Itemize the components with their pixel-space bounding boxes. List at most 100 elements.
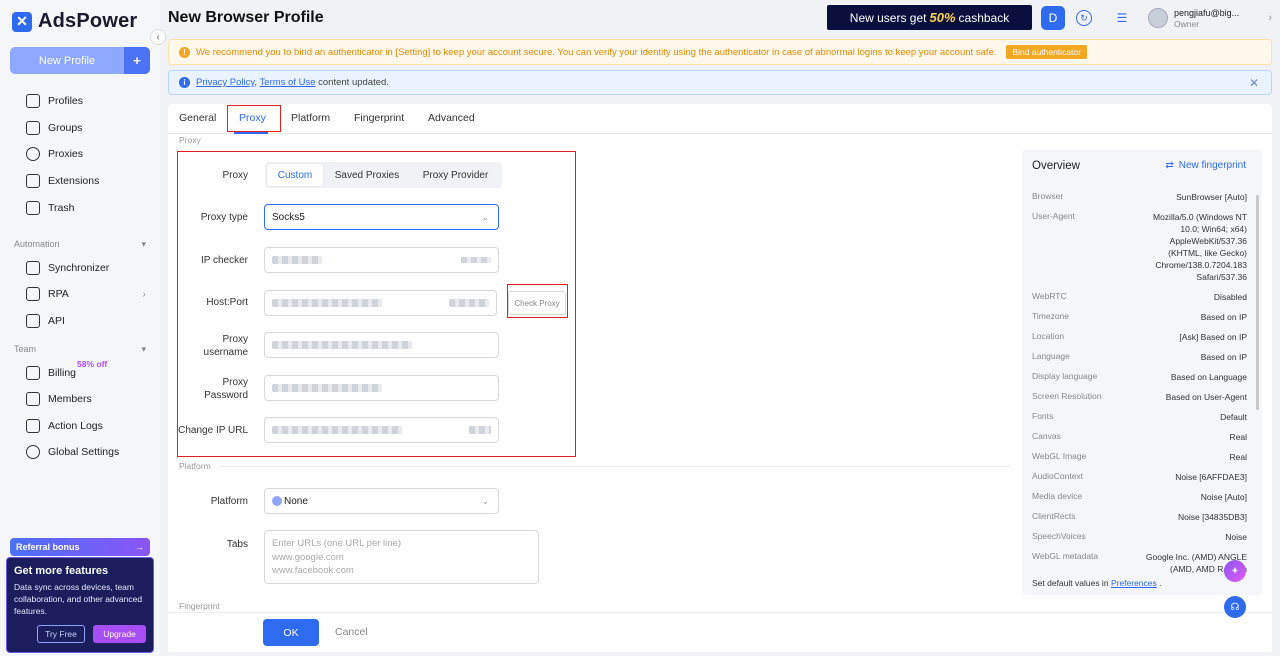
overview-footer: Set default values in Preferences . <box>1032 578 1162 588</box>
sidebar-item-trash[interactable]: Trash <box>26 201 74 215</box>
tabs-placeholder-line1: Enter URLs (one URL per line) <box>272 538 402 549</box>
close-icon[interactable]: ✕ <box>1249 76 1259 90</box>
team-section-label: Team <box>14 344 37 354</box>
app-name: AdsPower <box>38 10 138 32</box>
automation-section-header[interactable]: Automation ▾ <box>14 239 146 250</box>
trash-icon <box>26 201 40 215</box>
overview-row: Screen Resolution Based on User-Agent <box>1032 391 1247 402</box>
new-fingerprint-label: New fingerprint <box>1178 160 1246 171</box>
sidebar-item-label: Synchronizer <box>48 262 110 274</box>
adspower-logo-icon: ✕ <box>12 11 32 32</box>
collapse-sidebar-button[interactable]: ‹ <box>150 29 166 45</box>
preferences-link[interactable]: Preferences <box>1111 578 1157 588</box>
overview-panel: Overview ⇄ New fingerprint Browser SunBro… <box>1022 150 1262 595</box>
overview-row: Timezone Based on IP <box>1032 311 1247 322</box>
privacy-policy-link[interactable]: Privacy Policy <box>196 77 254 88</box>
overview-row: Location [Ask] Based on IP <box>1032 331 1247 342</box>
overview-row: Fonts Default <box>1032 411 1247 422</box>
active-tab-indicator <box>234 132 268 134</box>
proxy-tab-highlight <box>227 105 281 132</box>
referral-bonus-label: Referral bonus <box>16 542 80 552</box>
globe-icon <box>272 496 282 506</box>
sidebar-item-global-settings[interactable]: Global Settings <box>26 445 119 459</box>
members-icon <box>26 392 40 406</box>
cashback-promo-banner[interactable]: New users get 50% cashback <box>827 5 1032 30</box>
try-free-button[interactable]: Try Free <box>37 625 85 643</box>
bind-authenticator-button[interactable]: Bind authenticator <box>1006 45 1087 59</box>
overview-row: Browser SunBrowser [Auto] <box>1032 191 1247 202</box>
platform-value: None <box>284 495 308 507</box>
policy-update-notice: i Privacy Policy, Terms of Use content u… <box>168 70 1272 95</box>
chevron-down-icon: ▾ <box>141 239 146 249</box>
sidebar-item-label: Billing <box>48 367 77 379</box>
sidebar-item-label: Profiles <box>48 95 84 107</box>
ok-button[interactable]: OK <box>263 619 319 646</box>
upgrade-promo-card: Get more features Data sync across devic… <box>6 557 154 653</box>
tab-advanced[interactable]: Advanced <box>428 112 475 124</box>
tab-platform[interactable]: Platform <box>291 112 330 124</box>
sidebar-item-extensions[interactable]: Extensions <box>26 174 99 188</box>
app-logo[interactable]: ✕ AdsPower <box>12 10 137 33</box>
overview-scrollbar[interactable] <box>1256 195 1259 410</box>
client-app-icon[interactable]: D <box>1041 6 1065 30</box>
action-logs-icon <box>26 419 40 433</box>
sidebar-item-label: Extensions <box>48 175 100 187</box>
support-headset-icon[interactable]: ☊ <box>1224 596 1246 618</box>
tab-general[interactable]: General <box>179 112 216 124</box>
cancel-button[interactable]: Cancel <box>335 626 368 638</box>
chevron-down-icon: ▾ <box>141 344 146 354</box>
platform-select[interactable]: None ⌄ <box>264 488 499 514</box>
shuffle-icon: ⇄ <box>1165 160 1174 171</box>
new-profile-label[interactable]: New Profile <box>10 47 124 74</box>
info-tail-text: content updated. <box>318 77 389 88</box>
sidebar-item-billing[interactable]: Billing <box>26 366 76 380</box>
sidebar-item-label: Global Settings <box>48 446 120 458</box>
new-fingerprint-button[interactable]: ⇄ New fingerprint <box>1165 160 1246 171</box>
team-section-header[interactable]: Team ▾ <box>14 344 146 355</box>
synchronizer-icon <box>26 261 40 275</box>
sidebar-item-label: API <box>48 315 65 327</box>
sidebar-item-groups[interactable]: Groups <box>26 121 82 135</box>
sidebar-item-synchronizer[interactable]: Synchronizer <box>26 261 109 275</box>
page-title: New Browser Profile <box>168 9 324 26</box>
sidebar-item-members[interactable]: Members <box>26 392 92 406</box>
sidebar-item-api[interactable]: API <box>26 314 65 328</box>
avatar <box>1148 8 1168 28</box>
task-list-icon[interactable]: ☰ <box>1110 6 1134 30</box>
sidebar-item-label: RPA <box>48 288 69 300</box>
rpa-icon <box>26 287 40 301</box>
extensions-icon <box>26 174 40 188</box>
overview-row: Language Based on IP <box>1032 351 1247 362</box>
arrow-right-icon: → <box>135 542 144 552</box>
tabs-urls-textarea[interactable]: Enter URLs (one URL per line) www.google… <box>264 530 539 584</box>
new-profile-plus-icon[interactable]: + <box>124 47 150 74</box>
authenticator-warning-notice: ! We recommend you to bind an authentica… <box>168 39 1272 65</box>
chevron-right-icon: › <box>1268 12 1272 24</box>
sidebar-item-label: Trash <box>48 202 75 214</box>
overview-row: ClientRects Noise [34835DB3] <box>1032 511 1247 522</box>
user-menu[interactable]: pengjiafu@big... Owner › <box>1148 5 1272 31</box>
warning-icon: ! <box>179 46 190 58</box>
tabs-placeholder-line3: www.facebook.com <box>272 565 354 576</box>
sync-icon[interactable]: ↻ <box>1076 10 1092 26</box>
tabs-label: Tabs <box>226 539 248 550</box>
info-icon: i <box>179 77 190 88</box>
sidebar-item-rpa[interactable]: RPA › <box>26 287 146 301</box>
sidebar-item-action-logs[interactable]: Action Logs <box>26 419 103 433</box>
user-role: Owner <box>1174 18 1200 29</box>
sidebar-item-proxies[interactable]: Proxies <box>26 147 83 161</box>
upgrade-button[interactable]: Upgrade <box>93 625 146 643</box>
new-profile-button[interactable]: New Profile + <box>10 47 150 74</box>
tab-fingerprint[interactable]: Fingerprint <box>354 112 404 124</box>
info-separator: , <box>254 77 258 88</box>
sidebar-item-label: Members <box>48 393 92 405</box>
referral-bonus-banner[interactable]: Referral bonus → <box>10 538 150 556</box>
overview-row: Canvas Real <box>1032 431 1247 442</box>
divider <box>220 466 1010 467</box>
overview-row: Media device Noise [Auto] <box>1032 491 1247 502</box>
section-fingerprint-label: Fingerprint <box>179 601 220 611</box>
warning-text: We recommend you to bind an authenticato… <box>196 46 997 58</box>
terms-of-use-link[interactable]: Terms of Use <box>260 77 316 88</box>
ai-assistant-icon[interactable]: ✦ <box>1224 560 1246 582</box>
sidebar-item-profiles[interactable]: Profiles <box>26 94 83 108</box>
